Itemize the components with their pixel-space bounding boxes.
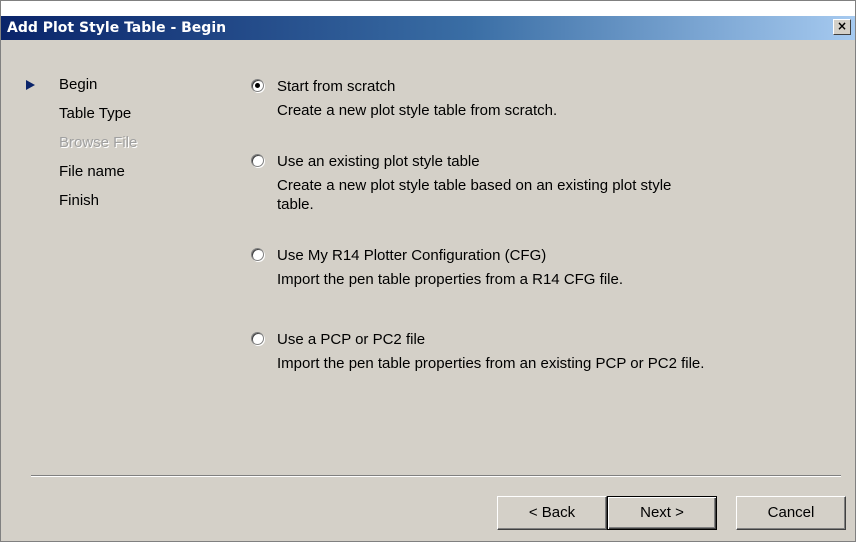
step-table-type: Table Type (21, 104, 137, 133)
option-label[interactable]: Use an existing plot style table (277, 152, 480, 171)
step-label: File name (59, 163, 125, 180)
title-bar[interactable]: Add Plot Style Table - Begin × (1, 16, 855, 40)
current-step-arrow-icon (26, 80, 35, 90)
radio-start-from-scratch[interactable] (251, 79, 264, 92)
top-strip (1, 1, 855, 16)
next-button[interactable]: Next > (607, 496, 717, 530)
option-description: Create a new plot style table from scrat… (277, 102, 558, 119)
radio-use-existing-table[interactable] (251, 154, 264, 167)
option-description: Import the pen table properties from a R… (277, 271, 623, 288)
step-label: Begin (59, 76, 98, 93)
close-button[interactable]: × (833, 19, 851, 35)
close-icon: × (836, 19, 848, 33)
step-begin: Begin (21, 75, 137, 104)
step-file-name: File name (21, 162, 137, 191)
step-browse-file: Browse File (21, 133, 137, 162)
option-description: Import the pen table properties from an … (277, 355, 705, 372)
step-label: Table Type (59, 105, 132, 122)
dialog-window: Add Plot Style Table - Begin × Begin Tab… (0, 0, 856, 542)
option-label[interactable]: Use My R14 Plotter Configuration (CFG) (277, 246, 546, 265)
radio-use-pcp-pc2[interactable] (251, 332, 264, 345)
back-button[interactable]: < Back (497, 496, 607, 530)
option-description: Create a new plot style table based on a… (277, 177, 672, 213)
wizard-steps: Begin Table Type Browse File File name F… (21, 75, 137, 220)
step-finish: Finish (21, 191, 137, 220)
window-title: Add Plot Style Table - Begin (7, 20, 227, 36)
button-separator (31, 475, 841, 477)
step-label: Browse File (59, 134, 138, 151)
radio-use-r14-cfg[interactable] (251, 248, 264, 261)
step-label: Finish (59, 192, 100, 209)
option-label[interactable]: Use a PCP or PC2 file (277, 330, 425, 349)
cancel-button[interactable]: Cancel (736, 496, 846, 530)
option-label[interactable]: Start from scratch (277, 77, 395, 96)
